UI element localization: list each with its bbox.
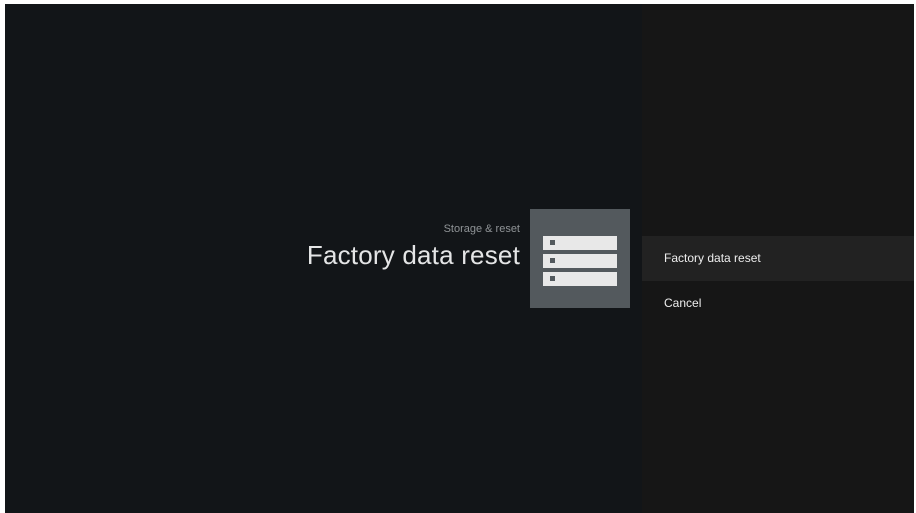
factory-data-reset-action[interactable]: Factory data reset: [642, 236, 914, 281]
tv-settings-screen: Storage & reset Factory data reset Facto…: [5, 4, 914, 513]
storage-icon-graphic: [543, 236, 617, 286]
cancel-action[interactable]: Cancel: [642, 281, 914, 326]
storage-icon: [530, 209, 630, 308]
storage-bar-2-dot: [550, 258, 555, 263]
storage-bar-3-dot: [550, 276, 555, 281]
actions-panel: Factory data reset Cancel: [642, 4, 914, 513]
page-title: Factory data reset: [306, 240, 520, 270]
guidance-panel: Storage & reset Factory data reset: [5, 4, 642, 513]
header: Storage & reset Factory data reset: [307, 222, 520, 272]
storage-bar-1-dot: [550, 240, 555, 245]
action-list: Factory data reset Cancel: [642, 236, 914, 326]
breadcrumb: Storage & reset: [443, 223, 520, 235]
